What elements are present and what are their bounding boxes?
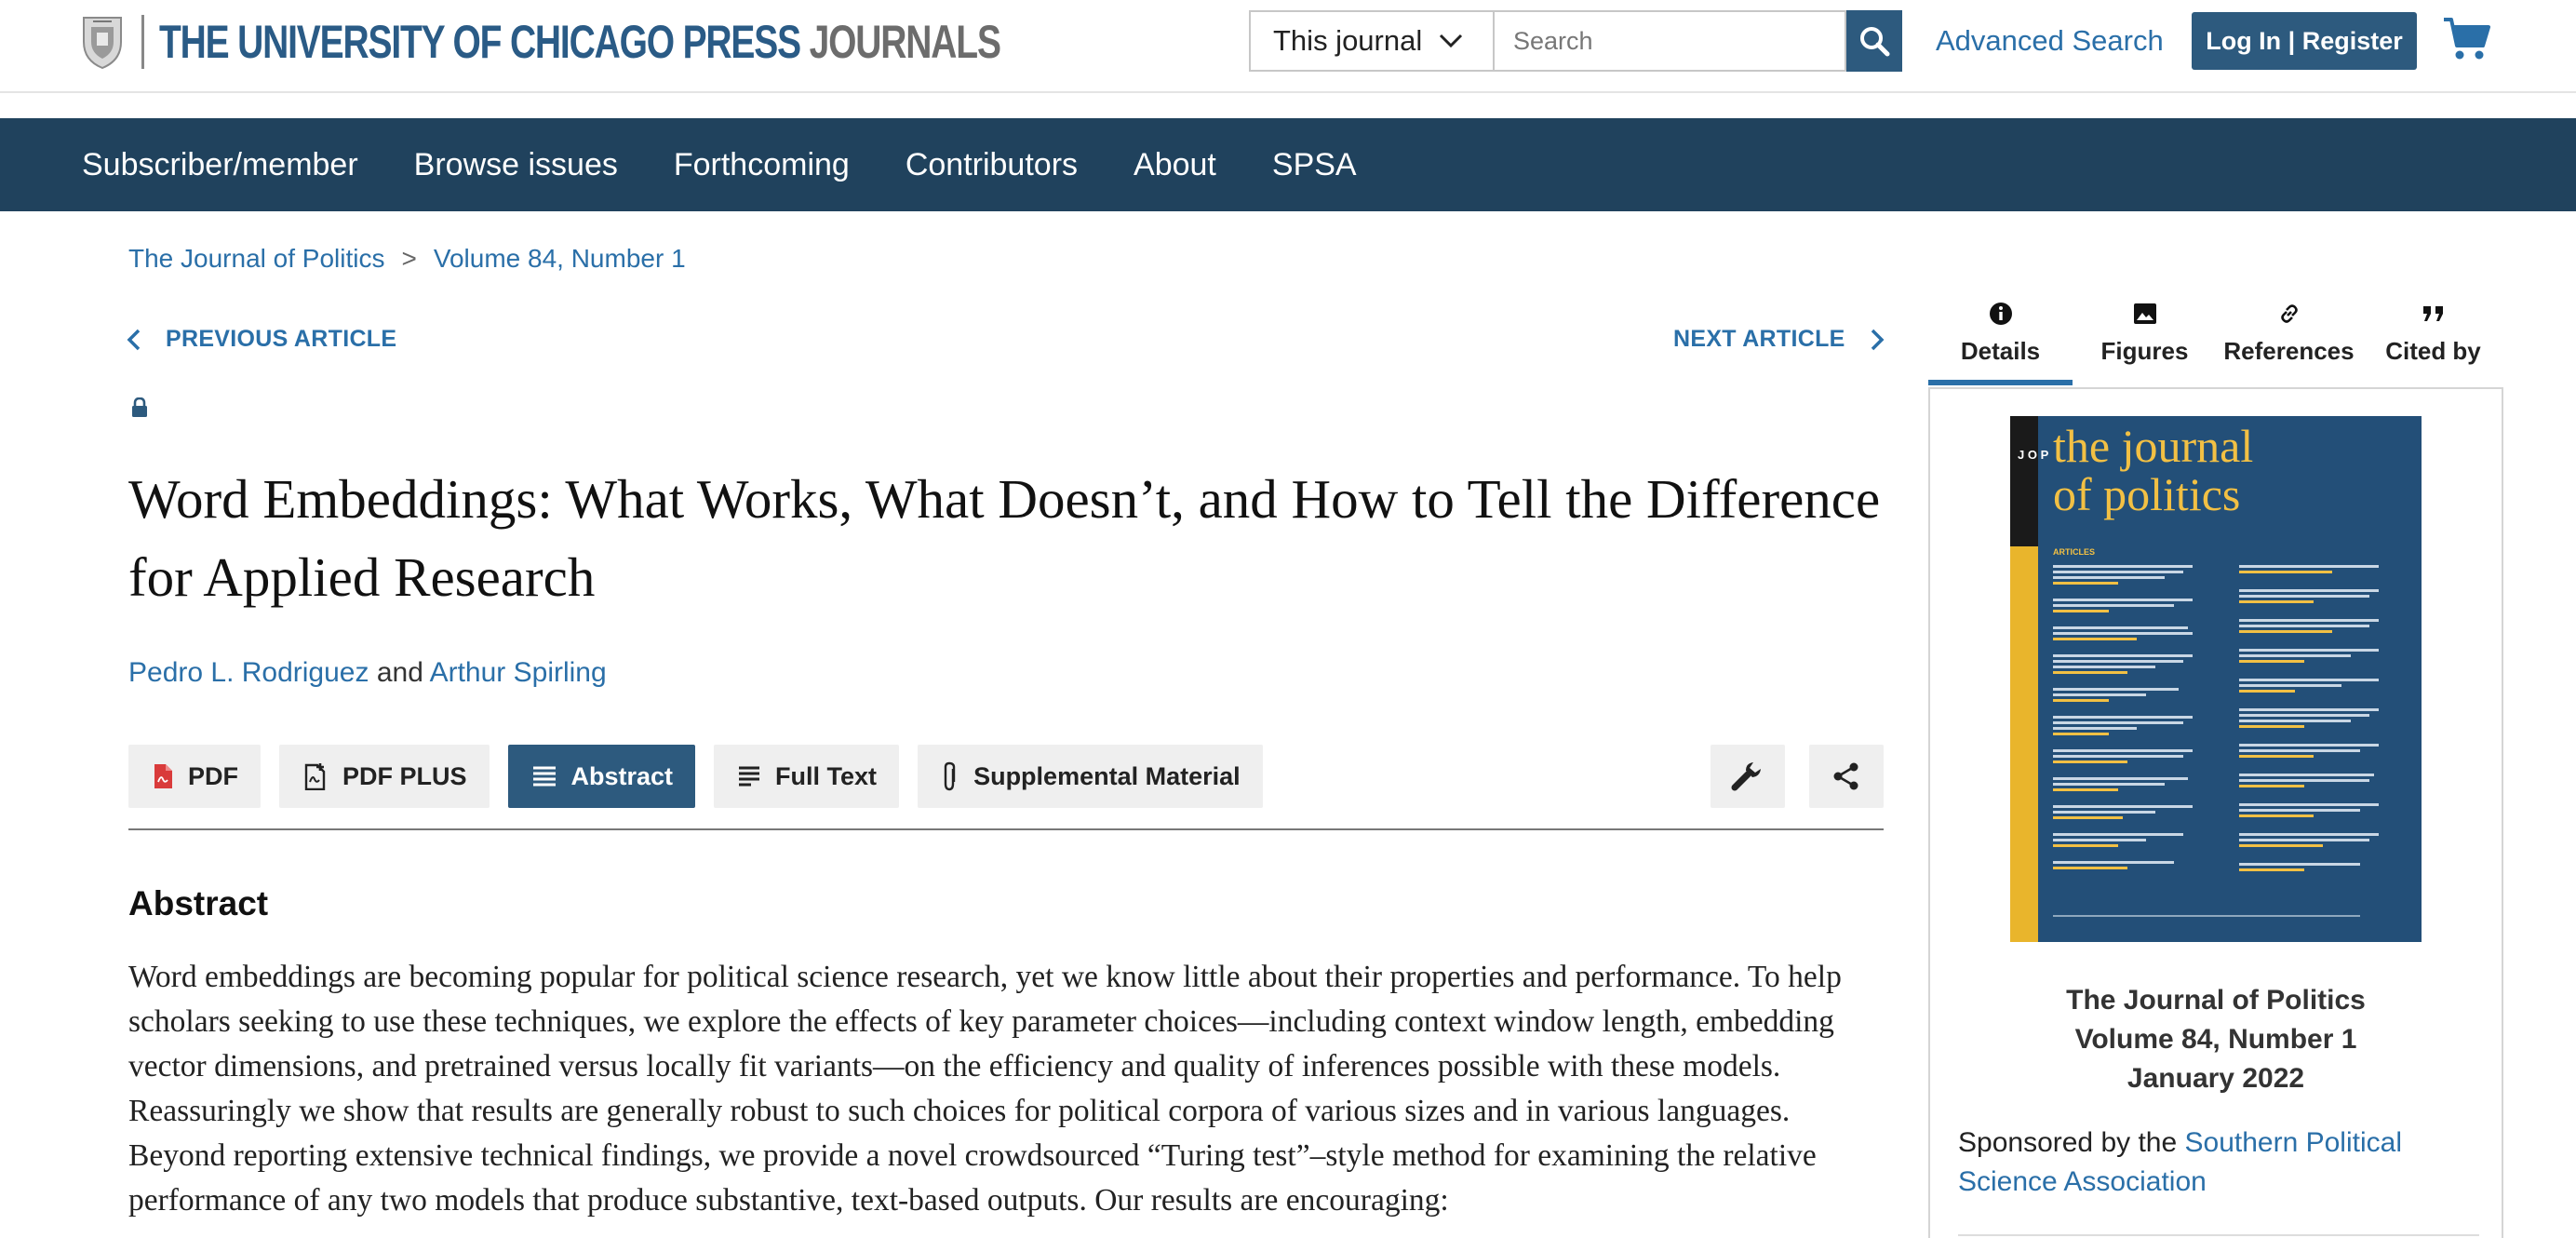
full-text-icon <box>739 766 760 787</box>
nav-item-subscriber[interactable]: Subscriber/member <box>82 147 358 183</box>
full-text-button-label: Full Text <box>775 761 878 790</box>
pdf-plus-button[interactable]: PDF PLUS <box>279 745 490 808</box>
sponsor-text: Sponsored by the Southern Political Scie… <box>1958 1124 2479 1202</box>
login-register-button[interactable]: Log In | Register <box>2192 12 2417 70</box>
authors-conjunction: and <box>376 657 423 688</box>
top-header: THE UNIVERSITY OF CHICAGO PRESS JOURNALS… <box>0 0 2576 93</box>
university-seal-icon <box>83 17 122 70</box>
search-button[interactable] <box>1846 10 1902 72</box>
image-icon <box>2133 303 2156 324</box>
sponsor-divider <box>1958 1234 2479 1236</box>
cover-contents-lines <box>2053 565 2379 917</box>
pdf-button-label: PDF <box>188 761 238 790</box>
previous-article-label: PREVIOUS ARTICLE <box>166 326 397 352</box>
breadcrumb: The Journal of Politics > Volume 84, Num… <box>128 244 686 274</box>
pdf-plus-button-label: PDF PLUS <box>342 761 467 790</box>
article-toolbar: PDF PDF PLUS Abstract Full Text Suppleme… <box>128 745 1281 808</box>
site-logo[interactable]: THE UNIVERSITY OF CHICAGO PRESS JOURNALS <box>78 11 1238 73</box>
logo-text-journals: JOURNALS <box>809 16 1001 68</box>
cover-spine-text: J O P <box>2018 448 2049 462</box>
journal-cover-image[interactable]: J O P the journal of politics ARTICLES <box>2010 416 2422 942</box>
tab-figures-label: Figures <box>2100 337 2189 365</box>
cover-title-line2: of politics <box>2053 468 2241 520</box>
journal-issue-info: The Journal of Politics Volume 84, Numbe… <box>1928 981 2503 1098</box>
journal-date: January 2022 <box>2127 1063 2305 1094</box>
main-nav: Subscriber/member Browse issues Forthcom… <box>0 118 2576 211</box>
author-link-rodriguez[interactable]: Pedro L. Rodriguez <box>128 657 369 688</box>
article-authors: Pedro L. Rodriguez and Arthur Spirling <box>128 657 607 689</box>
share-button[interactable] <box>1809 745 1884 808</box>
nav-item-contributors[interactable]: Contributors <box>906 147 1078 183</box>
nav-item-about[interactable]: About <box>1134 147 1216 183</box>
cover-article-list: ARTICLES <box>2053 546 2407 927</box>
cover-title-line1: the journal <box>2053 420 2254 472</box>
search-scope-label: This journal <box>1273 24 1423 57</box>
chevron-right-icon <box>1871 329 1885 350</box>
quote-icon <box>2422 306 2443 321</box>
lock-icon <box>132 397 147 417</box>
journal-volume: Volume 84, Number 1 <box>2074 1024 2357 1055</box>
next-article-label: NEXT ARTICLE <box>1673 326 1845 352</box>
pdf-plus-icon <box>304 763 326 790</box>
logo-text-publisher: THE UNIVERSITY OF CHICAGO PRESS <box>159 16 801 68</box>
link-icon <box>2280 304 2298 323</box>
tools-button[interactable] <box>1711 745 1785 808</box>
nav-item-spsa[interactable]: SPSA <box>1272 147 1357 183</box>
advanced-search-link[interactable]: Advanced Search <box>1936 24 2164 58</box>
search-icon <box>1860 27 1890 57</box>
logo-divider <box>141 15 144 69</box>
text-lines-icon <box>532 766 556 787</box>
next-article-link[interactable]: NEXT ARTICLE <box>1673 326 1885 353</box>
tab-cited-by[interactable]: Cited by <box>2361 296 2505 385</box>
breadcrumb-journal-link[interactable]: The Journal of Politics <box>128 244 384 274</box>
search-scope-select[interactable]: This journal <box>1249 10 1493 72</box>
wrench-icon <box>1731 762 1761 791</box>
cover-title: the journal of politics <box>2053 422 2253 518</box>
info-icon <box>1989 303 2012 325</box>
pdf-file-icon <box>154 764 172 788</box>
chevron-down-icon <box>1440 34 1463 48</box>
tab-details[interactable]: Details <box>1928 296 2073 385</box>
search-bar: This journal <box>1249 10 1902 72</box>
breadcrumb-issue-link[interactable]: Volume 84, Number 1 <box>434 244 686 274</box>
abstract-button-label: Abstract <box>570 761 674 790</box>
supplemental-material-button[interactable]: Supplemental Material <box>918 745 1263 808</box>
abstract-text: Word embeddings are becoming popular for… <box>128 960 1842 1218</box>
tab-references[interactable]: References <box>2217 296 2361 385</box>
article-title: Word Embeddings: What Works, What Doesn’… <box>128 468 1881 608</box>
pdf-button[interactable]: PDF <box>128 745 261 808</box>
cover-spine-top <box>2010 416 2038 546</box>
sponsor-prefix: Sponsored by the <box>1958 1127 2178 1158</box>
tab-figures[interactable]: Figures <box>2073 296 2217 385</box>
previous-article-link[interactable]: PREVIOUS ARTICLE <box>127 326 396 353</box>
breadcrumb-separator: > <box>401 244 417 273</box>
search-input[interactable] <box>1493 10 1846 72</box>
supplemental-material-label: Supplemental Material <box>973 761 1241 790</box>
abstract-button[interactable]: Abstract <box>507 745 696 808</box>
share-icon <box>1833 762 1858 790</box>
author-link-spirling[interactable]: Arthur Spirling <box>430 657 607 688</box>
nav-item-browse-issues[interactable]: Browse issues <box>414 147 618 183</box>
nav-item-forthcoming[interactable]: Forthcoming <box>674 147 850 183</box>
sidebar-tabs: Details Figures References Cited by <box>1928 296 2505 385</box>
tab-references-label: References <box>2223 337 2355 365</box>
cover-section-header: ARTICLES <box>2053 547 2095 557</box>
chevron-left-icon <box>127 329 141 350</box>
full-text-button[interactable]: Full Text <box>714 745 900 808</box>
paperclip-icon <box>944 761 956 791</box>
tab-cited-by-label: Cited by <box>2385 337 2481 365</box>
journal-name: The Journal of Politics <box>2066 985 2366 1016</box>
cart-icon[interactable] <box>2442 16 2492 62</box>
tab-details-label: Details <box>1960 337 2041 365</box>
toolbar-divider <box>128 828 1884 830</box>
abstract-heading: Abstract <box>128 884 269 922</box>
logo-wordmark: THE UNIVERSITY OF CHICAGO PRESS JOURNALS <box>159 15 1001 69</box>
